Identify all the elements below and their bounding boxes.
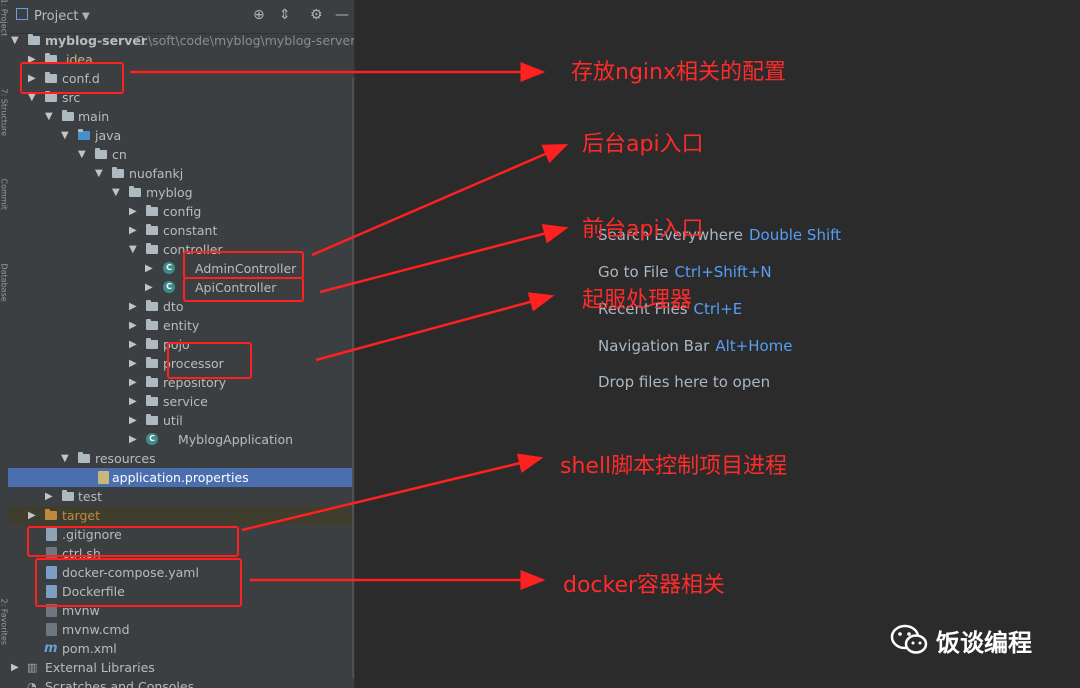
- brand-watermark: 饭谈编程: [890, 622, 1032, 658]
- annotation-shell-script: shell脚本控制项目进程: [560, 454, 788, 479]
- annotation-front-api: 前台api入口: [582, 217, 704, 242]
- annotation-startup-processor: 起服处理器: [582, 288, 693, 313]
- brand-name: 饭谈编程: [936, 628, 1032, 657]
- arrow-ctrlsh: [241, 453, 544, 532]
- annotation-arrows: [130, 62, 569, 590]
- annotation-docker: docker容器相关: [563, 573, 726, 598]
- arrow-apicontroller: [319, 223, 569, 294]
- annotation-nginx-config: 存放nginx相关的配置: [571, 60, 786, 85]
- wechat-icon: [890, 624, 928, 654]
- annotation-admin-api: 后台api入口: [582, 132, 704, 157]
- arrow-processor: [315, 292, 555, 362]
